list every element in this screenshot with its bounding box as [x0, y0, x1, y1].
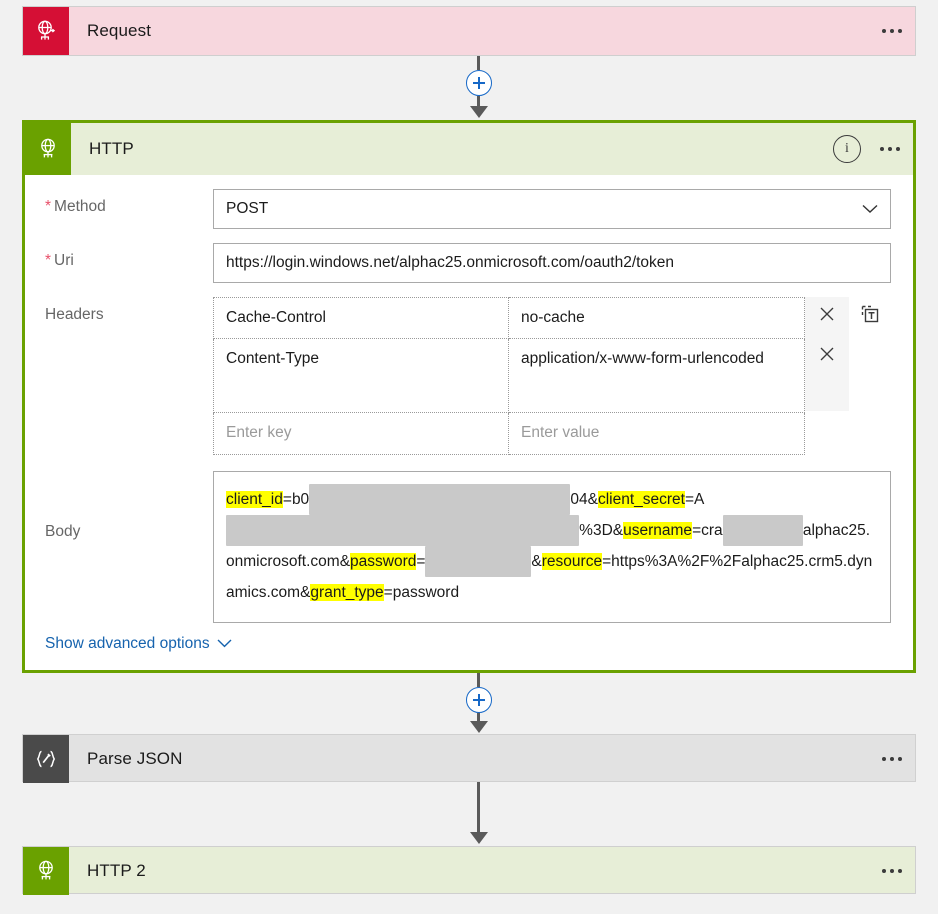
http-card-header[interactable]: HTTP i [25, 123, 913, 175]
parse-json-card-title: Parse JSON [69, 749, 869, 769]
uri-label: *Uri [45, 243, 213, 271]
info-icon[interactable]: i [833, 135, 861, 163]
http2-card-more-options[interactable] [869, 869, 915, 873]
body-highlighted-key: password [350, 553, 416, 570]
body-highlighted-key: client_secret [598, 491, 685, 508]
parse-json-card-more-options[interactable] [869, 757, 915, 761]
request-card-title: Request [69, 21, 869, 41]
body-text: = [602, 553, 611, 570]
arrow-head-1 [470, 106, 488, 118]
header-row-new: Enter key Enter value [213, 413, 805, 454]
body-highlighted-key: username [623, 522, 692, 539]
show-advanced-options-label: Show advanced options [45, 635, 210, 653]
body-text: & [340, 553, 350, 570]
arrow-head-2 [470, 721, 488, 733]
show-advanced-options-link[interactable]: Show advanced options [45, 635, 232, 653]
field-method: *Method POST [45, 189, 891, 229]
globe-http-icon [23, 847, 69, 895]
body-label: Body [45, 471, 213, 542]
flow-card-http[interactable]: HTTP i *Method POST *Uri [22, 120, 916, 673]
body-text: A [694, 491, 704, 508]
body-textarea[interactable]: client_id=b0a697b2-4aa9-4dae-b999-6de767… [213, 471, 891, 623]
method-select[interactable]: POST [213, 189, 891, 229]
field-headers: Headers Cache-Control no-cache Content-T… [45, 297, 891, 455]
header-row: Content-Type application/x-www-form-urle… [213, 339, 805, 413]
globe-request-icon [23, 7, 69, 55]
field-body: Body client_id=b0a697b2-4aa9-4dae-b999-6… [45, 471, 891, 623]
body-text: 04 [570, 491, 587, 508]
field-uri: *Uri https://login.windows.net/alphac25.… [45, 243, 891, 283]
body-redacted-value: passw0rd5Hx2i [425, 546, 531, 577]
body-text: = [283, 491, 292, 508]
http-card-body: *Method POST *Uri https://login.windows.… [25, 175, 913, 623]
header-value-input-new[interactable]: Enter value [509, 413, 805, 454]
headers-label: Headers [45, 297, 213, 325]
delete-header-button[interactable] [805, 337, 849, 411]
method-value: POST [226, 200, 268, 218]
flow-card-parse-json[interactable]: Parse JSON [22, 734, 916, 782]
delete-header-placeholder [805, 411, 849, 451]
header-value-input[interactable]: no-cache [509, 297, 805, 339]
body-text: b0 [292, 491, 309, 508]
json-braces-icon [23, 735, 69, 783]
body-text: = [416, 553, 425, 570]
arrow-head-3 [470, 832, 488, 844]
body-text: = [685, 491, 694, 508]
body-text: = [692, 522, 701, 539]
required-asterisk: * [45, 198, 51, 215]
flow-designer-canvas: Request HTTP [0, 0, 938, 914]
http-card-title: HTTP [71, 139, 833, 159]
body-text: %3D [579, 522, 613, 539]
body-text: = [384, 584, 393, 601]
parse-json-card-header[interactable]: Parse JSON [23, 735, 915, 783]
body-text: & [588, 491, 598, 508]
header-key-input[interactable]: Content-Type [213, 339, 509, 413]
header-key-input-new[interactable]: Enter key [213, 413, 509, 454]
http2-card-title: HTTP 2 [69, 861, 869, 881]
flow-card-request[interactable]: Request [22, 6, 916, 56]
body-highlighted-key: resource [542, 553, 602, 570]
method-label: *Method [45, 189, 213, 217]
request-card-header[interactable]: Request [23, 7, 915, 55]
uri-value: https://login.windows.net/alphac25.onmic… [226, 254, 674, 272]
uri-input[interactable]: https://login.windows.net/alphac25.onmic… [213, 243, 891, 283]
body-text: & [300, 584, 310, 601]
body-text: password [393, 584, 459, 601]
add-step-button-1[interactable] [466, 70, 492, 96]
header-key-input[interactable]: Cache-Control [213, 297, 509, 339]
header-value-input[interactable]: application/x-www-form-urlencoded [509, 339, 805, 413]
header-row: Cache-Control no-cache [213, 297, 805, 339]
chevron-down-icon [862, 202, 878, 216]
http2-card-header[interactable]: HTTP 2 [23, 847, 915, 895]
body-text: & [531, 553, 541, 570]
required-asterisk: * [45, 252, 51, 269]
flow-card-http-2[interactable]: HTTP 2 [22, 846, 916, 894]
body-highlighted-key: client_id [226, 491, 283, 508]
globe-http-icon [25, 123, 71, 175]
switch-to-text-mode-icon[interactable] [849, 297, 891, 325]
body-redacted-value: fqQ5HLNZuzryASutA0jXhtewUbFH1ZIs0FV2fnFs… [226, 515, 579, 546]
delete-header-button[interactable] [805, 297, 849, 337]
headers-grid: Cache-Control no-cache Content-Type appl… [213, 297, 805, 455]
body-text: cra [701, 522, 723, 539]
request-card-more-options[interactable] [869, 29, 915, 33]
body-redacted-value: igdavid%40 [723, 515, 803, 546]
body-text: & [613, 522, 623, 539]
body-highlighted-key: grant_type [310, 584, 383, 601]
body-redacted-value: a697b2-4aa9-4dae-b999-6de767ced7 [309, 484, 570, 515]
chevron-down-icon [217, 635, 232, 653]
http-card-more-options[interactable] [867, 147, 913, 151]
add-step-button-2[interactable] [466, 687, 492, 713]
